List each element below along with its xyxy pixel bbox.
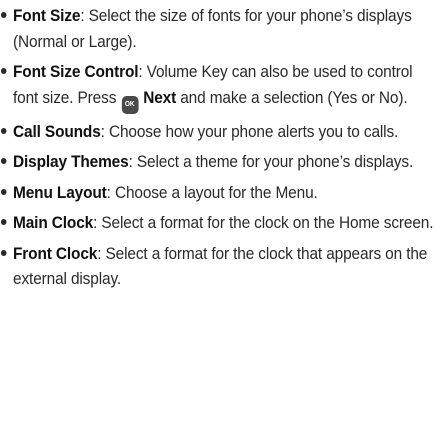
item-description: : Choose how your phone alerts you to ca… <box>100 121 399 141</box>
list-item-font-size: Font Size: Select the size of fonts for … <box>0 3 437 54</box>
list-item-display-themes: Display Themes: Select a theme for your … <box>0 149 437 175</box>
ok-key-icon: OK <box>121 95 139 114</box>
list-item-front-clock: Front Clock: Select a format for the clo… <box>0 241 437 292</box>
item-term: Font Size <box>13 6 81 25</box>
item-term: Display Themes <box>13 152 129 171</box>
item-term: Call Sounds <box>13 121 101 141</box>
item-description-end: and make a selection (Yes or No). <box>176 87 408 107</box>
item-description: : Choose a layout for the Menu. <box>106 182 318 202</box>
item-term: Main Clock <box>13 213 94 232</box>
next-label: Next <box>143 87 177 107</box>
item-term: Menu Layout <box>13 182 107 202</box>
list-item-call-sounds: Call Sounds: Choose how your phone alert… <box>0 119 437 145</box>
item-description: : Select a format for the clock on the H… <box>93 213 434 232</box>
list-item-menu-layout: Menu Layout: Choose a layout for the Men… <box>0 180 437 206</box>
list-item-main-clock: Main Clock: Select a format for the cloc… <box>0 210 437 236</box>
settings-list: Font Size: Select the size of fonts for … <box>0 3 437 292</box>
item-description: : Select a theme for your phone’s displa… <box>128 152 414 171</box>
manual-page: Font Size: Select the size of fonts for … <box>0 0 437 438</box>
item-term: Font Size Control <box>13 62 139 81</box>
list-item-font-size-control: Font Size Control: Volume Key can also b… <box>0 59 437 114</box>
item-term: Front Clock <box>13 243 98 263</box>
